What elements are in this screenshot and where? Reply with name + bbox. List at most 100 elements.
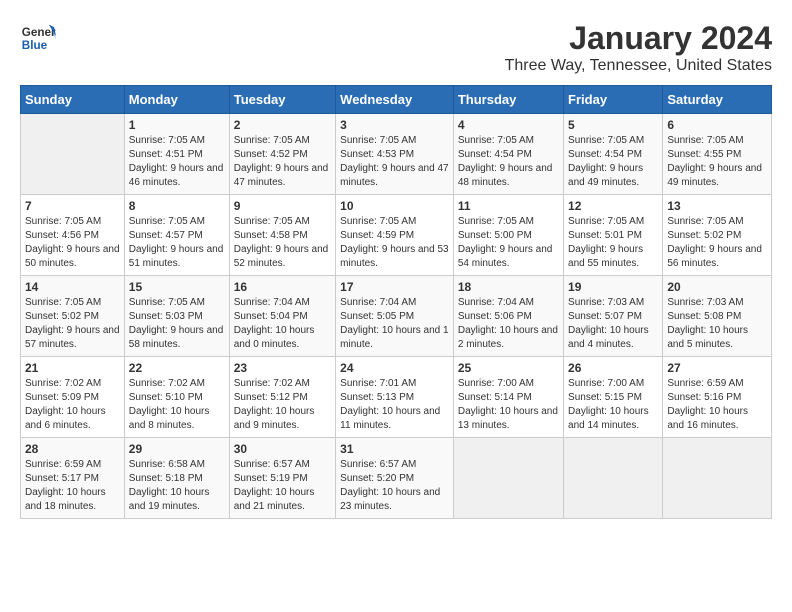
calendar-cell: 18 Sunrise: 7:04 AMSunset: 5:06 PMDaylig… xyxy=(453,276,563,357)
calendar-cell: 9 Sunrise: 7:05 AMSunset: 4:58 PMDayligh… xyxy=(229,195,335,276)
day-header-sunday: Sunday xyxy=(21,86,125,114)
day-info: Sunrise: 7:05 AMSunset: 5:03 PMDaylight:… xyxy=(129,296,225,352)
day-number: 17 xyxy=(340,280,449,294)
day-number: 12 xyxy=(568,199,658,213)
calendar-cell: 1 Sunrise: 7:05 AMSunset: 4:51 PMDayligh… xyxy=(124,114,229,195)
day-info: Sunrise: 7:03 AMSunset: 5:08 PMDaylight:… xyxy=(667,296,767,352)
day-number: 7 xyxy=(25,199,120,213)
day-info: Sunrise: 7:04 AMSunset: 5:06 PMDaylight:… xyxy=(458,296,559,352)
day-info: Sunrise: 7:05 AMSunset: 4:59 PMDaylight:… xyxy=(340,215,449,271)
day-header-saturday: Saturday xyxy=(663,86,772,114)
day-number: 1 xyxy=(129,118,225,132)
calendar-table: SundayMondayTuesdayWednesdayThursdayFrid… xyxy=(20,85,772,519)
day-info: Sunrise: 7:05 AMSunset: 4:54 PMDaylight:… xyxy=(568,134,658,190)
calendar-cell: 28 Sunrise: 6:59 AMSunset: 5:17 PMDaylig… xyxy=(21,438,125,519)
calendar-cell xyxy=(21,114,125,195)
calendar-cell: 4 Sunrise: 7:05 AMSunset: 4:54 PMDayligh… xyxy=(453,114,563,195)
calendar-week-row: 14 Sunrise: 7:05 AMSunset: 5:02 PMDaylig… xyxy=(21,276,772,357)
day-number: 8 xyxy=(129,199,225,213)
calendar-week-row: 7 Sunrise: 7:05 AMSunset: 4:56 PMDayligh… xyxy=(21,195,772,276)
calendar-cell: 20 Sunrise: 7:03 AMSunset: 5:08 PMDaylig… xyxy=(663,276,772,357)
day-number: 30 xyxy=(234,442,331,456)
calendar-cell: 22 Sunrise: 7:02 AMSunset: 5:10 PMDaylig… xyxy=(124,357,229,438)
day-number: 6 xyxy=(667,118,767,132)
calendar-week-row: 28 Sunrise: 6:59 AMSunset: 5:17 PMDaylig… xyxy=(21,438,772,519)
day-number: 21 xyxy=(25,361,120,375)
calendar-cell: 24 Sunrise: 7:01 AMSunset: 5:13 PMDaylig… xyxy=(336,357,454,438)
day-info: Sunrise: 7:05 AMSunset: 4:52 PMDaylight:… xyxy=(234,134,331,190)
day-info: Sunrise: 7:00 AMSunset: 5:15 PMDaylight:… xyxy=(568,377,658,433)
calendar-cell: 21 Sunrise: 7:02 AMSunset: 5:09 PMDaylig… xyxy=(21,357,125,438)
calendar-week-row: 21 Sunrise: 7:02 AMSunset: 5:09 PMDaylig… xyxy=(21,357,772,438)
day-number: 11 xyxy=(458,199,559,213)
day-info: Sunrise: 6:59 AMSunset: 5:16 PMDaylight:… xyxy=(667,377,767,433)
calendar-cell: 15 Sunrise: 7:05 AMSunset: 5:03 PMDaylig… xyxy=(124,276,229,357)
logo: General Blue xyxy=(20,20,56,56)
calendar-cell: 6 Sunrise: 7:05 AMSunset: 4:55 PMDayligh… xyxy=(663,114,772,195)
calendar-header-row: SundayMondayTuesdayWednesdayThursdayFrid… xyxy=(21,86,772,114)
day-info: Sunrise: 7:02 AMSunset: 5:12 PMDaylight:… xyxy=(234,377,331,433)
calendar-cell: 23 Sunrise: 7:02 AMSunset: 5:12 PMDaylig… xyxy=(229,357,335,438)
calendar-cell: 10 Sunrise: 7:05 AMSunset: 4:59 PMDaylig… xyxy=(336,195,454,276)
day-number: 2 xyxy=(234,118,331,132)
day-number: 9 xyxy=(234,199,331,213)
page-header: General Blue January 2024 Three Way, Ten… xyxy=(20,20,772,75)
calendar-cell: 26 Sunrise: 7:00 AMSunset: 5:15 PMDaylig… xyxy=(564,357,663,438)
day-info: Sunrise: 7:05 AMSunset: 4:57 PMDaylight:… xyxy=(129,215,225,271)
calendar-cell xyxy=(564,438,663,519)
svg-text:Blue: Blue xyxy=(22,39,48,52)
calendar-cell xyxy=(663,438,772,519)
day-number: 23 xyxy=(234,361,331,375)
day-info: Sunrise: 6:58 AMSunset: 5:18 PMDaylight:… xyxy=(129,458,225,514)
day-number: 4 xyxy=(458,118,559,132)
calendar-cell: 2 Sunrise: 7:05 AMSunset: 4:52 PMDayligh… xyxy=(229,114,335,195)
day-number: 13 xyxy=(667,199,767,213)
day-info: Sunrise: 7:05 AMSunset: 5:00 PMDaylight:… xyxy=(458,215,559,271)
day-number: 19 xyxy=(568,280,658,294)
page-title: January 2024 xyxy=(505,20,772,57)
calendar-week-row: 1 Sunrise: 7:05 AMSunset: 4:51 PMDayligh… xyxy=(21,114,772,195)
day-number: 22 xyxy=(129,361,225,375)
day-header-monday: Monday xyxy=(124,86,229,114)
day-info: Sunrise: 6:59 AMSunset: 5:17 PMDaylight:… xyxy=(25,458,120,514)
calendar-cell: 8 Sunrise: 7:05 AMSunset: 4:57 PMDayligh… xyxy=(124,195,229,276)
calendar-cell xyxy=(453,438,563,519)
day-info: Sunrise: 7:05 AMSunset: 5:02 PMDaylight:… xyxy=(667,215,767,271)
day-info: Sunrise: 7:05 AMSunset: 4:51 PMDaylight:… xyxy=(129,134,225,190)
day-number: 20 xyxy=(667,280,767,294)
day-info: Sunrise: 7:05 AMSunset: 4:55 PMDaylight:… xyxy=(667,134,767,190)
day-number: 18 xyxy=(458,280,559,294)
day-info: Sunrise: 7:02 AMSunset: 5:10 PMDaylight:… xyxy=(129,377,225,433)
day-number: 27 xyxy=(667,361,767,375)
day-number: 10 xyxy=(340,199,449,213)
day-header-wednesday: Wednesday xyxy=(336,86,454,114)
day-number: 29 xyxy=(129,442,225,456)
day-header-tuesday: Tuesday xyxy=(229,86,335,114)
calendar-cell: 11 Sunrise: 7:05 AMSunset: 5:00 PMDaylig… xyxy=(453,195,563,276)
day-number: 26 xyxy=(568,361,658,375)
day-number: 25 xyxy=(458,361,559,375)
day-number: 3 xyxy=(340,118,449,132)
day-info: Sunrise: 7:01 AMSunset: 5:13 PMDaylight:… xyxy=(340,377,449,433)
calendar-cell: 14 Sunrise: 7:05 AMSunset: 5:02 PMDaylig… xyxy=(21,276,125,357)
day-info: Sunrise: 7:05 AMSunset: 4:58 PMDaylight:… xyxy=(234,215,331,271)
calendar-body: 1 Sunrise: 7:05 AMSunset: 4:51 PMDayligh… xyxy=(21,114,772,519)
day-info: Sunrise: 7:05 AMSunset: 4:54 PMDaylight:… xyxy=(458,134,559,190)
calendar-cell: 31 Sunrise: 6:57 AMSunset: 5:20 PMDaylig… xyxy=(336,438,454,519)
day-number: 31 xyxy=(340,442,449,456)
day-header-friday: Friday xyxy=(564,86,663,114)
page-subtitle: Three Way, Tennessee, United States xyxy=(505,57,772,75)
day-number: 24 xyxy=(340,361,449,375)
day-info: Sunrise: 7:03 AMSunset: 5:07 PMDaylight:… xyxy=(568,296,658,352)
calendar-cell: 27 Sunrise: 6:59 AMSunset: 5:16 PMDaylig… xyxy=(663,357,772,438)
day-info: Sunrise: 7:02 AMSunset: 5:09 PMDaylight:… xyxy=(25,377,120,433)
calendar-cell: 30 Sunrise: 6:57 AMSunset: 5:19 PMDaylig… xyxy=(229,438,335,519)
calendar-cell: 5 Sunrise: 7:05 AMSunset: 4:54 PMDayligh… xyxy=(564,114,663,195)
day-number: 14 xyxy=(25,280,120,294)
calendar-cell: 12 Sunrise: 7:05 AMSunset: 5:01 PMDaylig… xyxy=(564,195,663,276)
day-info: Sunrise: 6:57 AMSunset: 5:20 PMDaylight:… xyxy=(340,458,449,514)
day-header-thursday: Thursday xyxy=(453,86,563,114)
day-info: Sunrise: 6:57 AMSunset: 5:19 PMDaylight:… xyxy=(234,458,331,514)
calendar-cell: 19 Sunrise: 7:03 AMSunset: 5:07 PMDaylig… xyxy=(564,276,663,357)
calendar-cell: 17 Sunrise: 7:04 AMSunset: 5:05 PMDaylig… xyxy=(336,276,454,357)
